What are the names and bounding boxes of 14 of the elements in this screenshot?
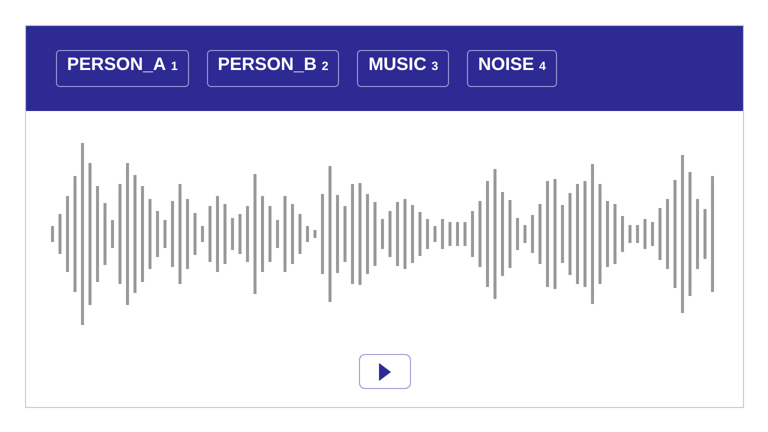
label-name: MUSIC — [368, 53, 426, 76]
shortcut-number: 3 — [431, 58, 438, 75]
shortcut-number: 1 — [171, 58, 178, 75]
label-button[interactable]: NOISE 4 — [467, 50, 557, 87]
label-button[interactable]: MUSIC 3 — [357, 50, 450, 87]
label-name: PERSON_A — [67, 53, 166, 76]
play-icon — [378, 362, 390, 380]
play-button[interactable] — [358, 354, 410, 389]
label-button[interactable]: PERSON_A 1 — [56, 50, 189, 87]
label-name: NOISE — [478, 53, 534, 76]
label-name: PERSON_B — [218, 53, 317, 76]
label-button[interactable]: PERSON_B 2 — [206, 50, 340, 87]
shortcut-number: 2 — [322, 58, 328, 75]
shortcut-number: 4 — [539, 58, 546, 75]
